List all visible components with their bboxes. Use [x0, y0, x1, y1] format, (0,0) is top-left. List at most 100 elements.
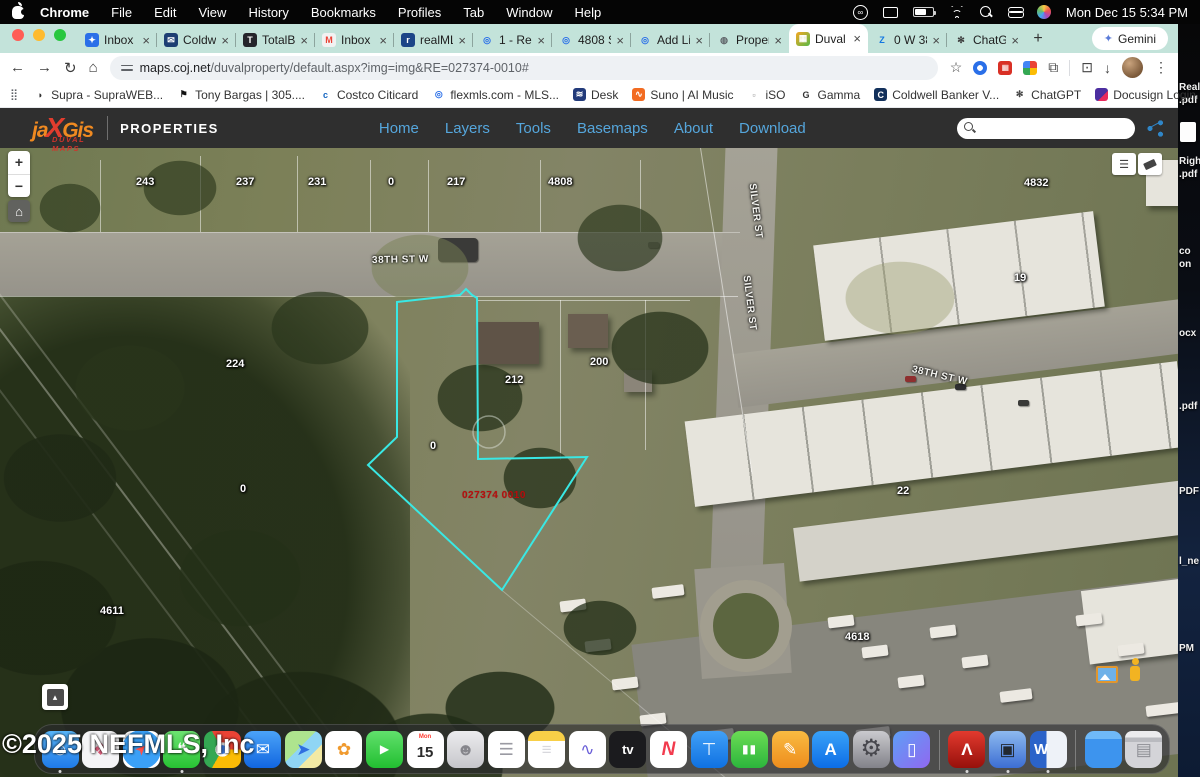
- extension-icon[interactable]: [973, 61, 987, 75]
- dock-item-device-app[interactable]: ▣: [989, 730, 1027, 768]
- bookmark-item[interactable]: ∿ Suno | AI Music: [625, 88, 740, 102]
- qr-extension-icon[interactable]: ▦: [998, 61, 1012, 75]
- home-button[interactable]: ⌂: [89, 59, 98, 76]
- menu-item[interactable]: Tab: [463, 5, 484, 20]
- dock-item[interactable]: [1070, 730, 1082, 768]
- map-search-input[interactable]: [981, 121, 1136, 135]
- menu-item[interactable]: Chrome: [40, 5, 89, 20]
- tab-close-icon[interactable]: [221, 33, 229, 48]
- dock-item-news[interactable]: N: [649, 730, 687, 768]
- bookmark-item[interactable]: ✻ ChatGPT: [1006, 88, 1088, 102]
- reload-button[interactable]: ↻: [64, 59, 77, 77]
- legend-button[interactable]: ☰: [1112, 153, 1136, 175]
- pegman-icon[interactable]: [1128, 658, 1142, 684]
- desktop-file-label[interactable]: on: [1179, 259, 1191, 270]
- tab-close-icon[interactable]: [932, 33, 940, 48]
- forward-button[interactable]: →: [37, 59, 52, 76]
- profile-avatar[interactable]: [1122, 57, 1143, 78]
- tab-close-icon[interactable]: [774, 33, 782, 48]
- desktop-file-label[interactable]: ocx: [1179, 328, 1196, 339]
- tab-close-icon[interactable]: [300, 33, 308, 48]
- tab-close-icon[interactable]: [458, 33, 466, 48]
- dock-item-numbers[interactable]: ▮▮: [731, 730, 769, 768]
- nav-link[interactable]: Layers: [445, 120, 490, 137]
- color-app-icon[interactable]: [1037, 5, 1051, 19]
- tab-close-icon[interactable]: [1011, 33, 1019, 48]
- search-tabs-icon[interactable]: ⊡: [1081, 59, 1093, 76]
- dock-item-appletv[interactable]: tv: [609, 730, 647, 768]
- browser-tab[interactable]: ✻ ChatGP: [947, 27, 1026, 53]
- map-search[interactable]: [957, 118, 1135, 139]
- bookmark-item[interactable]: ≋ Desk: [566, 88, 625, 102]
- dock-item-downloads-folder[interactable]: [1084, 730, 1122, 768]
- dock-item-maps[interactable]: ➤: [284, 730, 322, 768]
- menubar-clock[interactable]: Mon Dec 15 5:34 PM: [1066, 5, 1188, 20]
- dock-item-calendar[interactable]: Mon15: [406, 730, 444, 768]
- browser-tab[interactable]: ✉ Coldwel: [157, 27, 236, 53]
- jaxgis-logo[interactable]: jaXGis DUVAL MAPS: [32, 112, 93, 144]
- bookmark-item[interactable]: ▫ iSO: [741, 88, 793, 102]
- menu-item[interactable]: Window: [506, 5, 552, 20]
- dock-item-notes[interactable]: ≡: [528, 730, 566, 768]
- bookmark-item[interactable]: G Gamma: [793, 88, 868, 102]
- desktop-file-label[interactable]: .pdf: [1179, 169, 1197, 180]
- browser-tab[interactable]: M Inbox -: [315, 27, 394, 53]
- desktop-file-label[interactable]: l_ne: [1179, 556, 1199, 567]
- browser-menu-icon[interactable]: ⋮: [1154, 59, 1168, 76]
- eraser-button[interactable]: [1138, 153, 1162, 175]
- browser-tab[interactable]: r realMLS: [394, 27, 473, 53]
- minimize-window-button[interactable]: [33, 29, 45, 41]
- nav-link[interactable]: About: [674, 120, 713, 137]
- nav-link[interactable]: Basemaps: [577, 120, 648, 137]
- browser-tab[interactable]: ◍ Propert: [710, 27, 789, 53]
- desktop-file-label[interactable]: PDF: [1179, 486, 1199, 497]
- extensions-menu-icon[interactable]: ⧉: [1048, 59, 1058, 76]
- zoom-in-button[interactable]: +: [8, 151, 30, 175]
- dock-item-acrobat[interactable]: Λ: [948, 730, 986, 768]
- dock-item-trash[interactable]: ▤: [1125, 730, 1163, 768]
- nav-link[interactable]: Download: [739, 120, 806, 137]
- bookmark-item[interactable]: ◎ flexmls.com - MLS...: [425, 88, 566, 102]
- wifi-icon[interactable]: [949, 6, 965, 18]
- tab-close-icon[interactable]: [853, 31, 861, 46]
- creative-cloud-icon[interactable]: ∞: [853, 5, 868, 20]
- desktop-file-icon[interactable]: [1180, 122, 1196, 142]
- google-extension-icon[interactable]: [1023, 61, 1037, 75]
- menu-item[interactable]: Bookmarks: [311, 5, 376, 20]
- bookmark-star-icon[interactable]: ☆: [950, 59, 963, 76]
- tab-close-icon[interactable]: [616, 33, 624, 48]
- share-icon[interactable]: [1147, 120, 1164, 137]
- zoom-window-button[interactable]: [54, 29, 66, 41]
- dock-item-settings[interactable]: ⚙: [852, 730, 890, 768]
- bookmark-item[interactable]: Docusign Login -...: [1088, 88, 1200, 102]
- tab-close-icon[interactable]: [695, 33, 703, 48]
- apple-menu-icon[interactable]: [12, 6, 24, 19]
- dock-item-keynote[interactable]: ⊤: [690, 730, 728, 768]
- gemini-button[interactable]: ✦ Gemini: [1092, 27, 1168, 50]
- back-button[interactable]: ←: [10, 59, 25, 76]
- desktop-file-label[interactable]: .pdf: [1179, 401, 1197, 412]
- bookmark-item[interactable]: C Coldwell Banker V...: [867, 88, 1006, 102]
- browser-tab[interactable]: ◎ 4808 Si: [552, 27, 631, 53]
- map-home-button[interactable]: ⌂: [8, 200, 30, 222]
- dock-item-reminders[interactable]: ☰: [487, 730, 525, 768]
- bookmark-item[interactable]: ◑ Supra - SupraWEB...: [26, 88, 170, 102]
- tab-close-icon[interactable]: [537, 33, 545, 48]
- browser-tab[interactable]: T TotalBro: [236, 27, 315, 53]
- battery-icon[interactable]: [913, 7, 934, 17]
- bookmark-item[interactable]: ⚑ Tony Bargas | 305....: [170, 88, 312, 102]
- imagery-icon[interactable]: [1096, 666, 1118, 683]
- dock-item-word[interactable]: W: [1029, 730, 1067, 768]
- browser-tab[interactable]: ▦ Duval P: [789, 24, 868, 53]
- downloads-icon[interactable]: ↓: [1104, 60, 1111, 76]
- apps-grid-icon[interactable]: ⣿: [10, 88, 18, 101]
- desktop-file-label[interactable]: PM: [1179, 643, 1194, 654]
- bookmark-item[interactable]: c Costco Citicard: [312, 88, 425, 102]
- menu-item[interactable]: Profiles: [398, 5, 441, 20]
- browser-tab[interactable]: Z 0 W 38t: [868, 27, 947, 53]
- dock-item-pages[interactable]: ✎: [771, 730, 809, 768]
- dock-item-photos[interactable]: ✿: [325, 730, 363, 768]
- menu-item[interactable]: File: [111, 5, 132, 20]
- browser-tab[interactable]: ✦ Inbox -: [78, 27, 157, 53]
- menu-item[interactable]: Help: [575, 5, 602, 20]
